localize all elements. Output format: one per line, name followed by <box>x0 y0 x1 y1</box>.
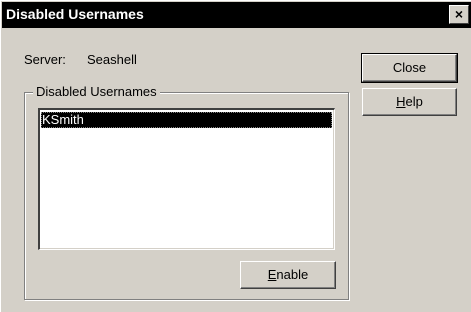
server-value: Seashell <box>87 52 137 67</box>
help-mnemonic: H <box>396 94 406 109</box>
enable-button[interactable]: Enable <box>240 261 336 289</box>
title-bar[interactable]: Disabled Usernames × <box>2 2 471 28</box>
list-item[interactable]: KSmith <box>41 112 332 128</box>
group-legend: Disabled Usernames <box>33 84 160 99</box>
disabled-usernames-list[interactable]: KSmith <box>38 108 335 250</box>
close-icon[interactable]: × <box>449 5 469 24</box>
help-button[interactable]: Help <box>362 88 457 116</box>
enable-label-rest: nable <box>276 267 309 282</box>
disabled-usernames-group: Disabled Usernames KSmith Enable <box>24 84 349 300</box>
help-label-rest: elp <box>405 94 423 109</box>
window-title: Disabled Usernames <box>6 6 144 22</box>
close-button[interactable]: Close <box>361 53 458 83</box>
disabled-usernames-dialog: Disabled Usernames × Server: Seashell Dis… <box>0 0 471 312</box>
server-label: Server: <box>24 52 66 67</box>
server-row: Server: Seashell <box>24 52 137 67</box>
